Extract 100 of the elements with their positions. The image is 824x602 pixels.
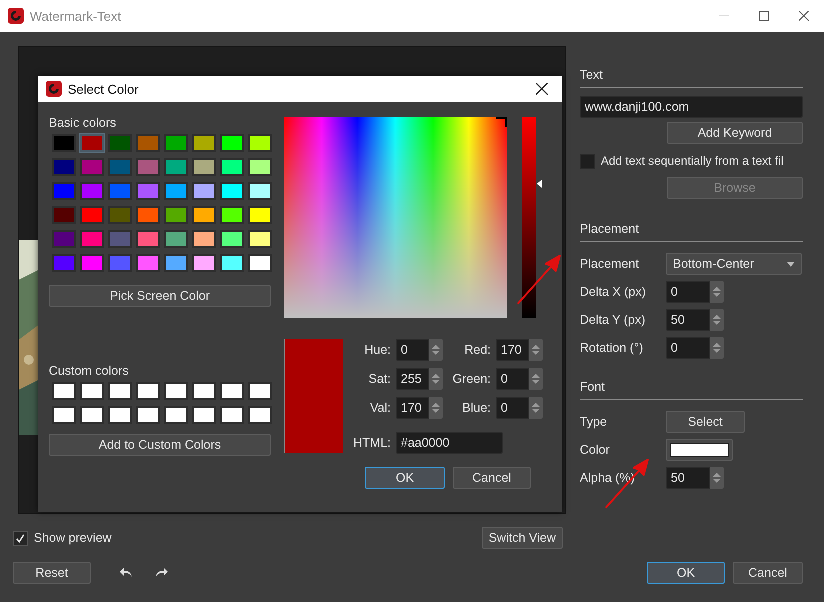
color-swatch[interactable] <box>136 206 160 224</box>
spin-field[interactable]: 0 <box>666 337 710 359</box>
color-swatch[interactable] <box>80 206 104 224</box>
color-swatch[interactable] <box>136 158 160 176</box>
spin-field[interactable]: 0 <box>496 397 529 419</box>
color-swatch[interactable] <box>52 134 76 152</box>
color-swatch[interactable] <box>248 134 272 152</box>
color-swatch[interactable] <box>192 182 216 200</box>
color-swatch[interactable] <box>164 182 188 200</box>
spin-field[interactable]: 255 <box>396 368 429 390</box>
color-swatch[interactable] <box>108 230 132 248</box>
color-swatch[interactable] <box>248 254 272 272</box>
close-icon[interactable] <box>536 83 548 95</box>
spin-buttons[interactable] <box>529 397 543 419</box>
color-swatch[interactable] <box>136 182 160 200</box>
color-swatch[interactable] <box>248 206 272 224</box>
color-swatch[interactable] <box>248 158 272 176</box>
add-to-custom-colors-button[interactable]: Add to Custom Colors <box>49 434 271 456</box>
spin-buttons[interactable] <box>710 467 724 489</box>
spin-field[interactable]: 50 <box>666 467 710 489</box>
spin-buttons[interactable] <box>429 339 443 361</box>
color-swatch[interactable] <box>220 254 244 272</box>
color-swatch[interactable] <box>220 382 244 400</box>
color-swatch[interactable] <box>164 382 188 400</box>
color-swatch[interactable] <box>52 206 76 224</box>
color-swatch[interactable] <box>80 382 104 400</box>
color-swatch[interactable] <box>192 230 216 248</box>
spin-field[interactable]: 0 <box>496 368 529 390</box>
color-swatch[interactable] <box>164 206 188 224</box>
show-preview-checkbox[interactable] <box>13 530 28 546</box>
color-swatch[interactable] <box>52 382 76 400</box>
color-swatch[interactable] <box>136 230 160 248</box>
color-button[interactable] <box>666 439 733 461</box>
color-swatch[interactable] <box>136 406 160 424</box>
spin-field[interactable]: 170 <box>496 339 529 361</box>
spin-buttons[interactable] <box>529 339 543 361</box>
reset-button[interactable]: Reset <box>13 562 91 584</box>
color-swatch[interactable] <box>80 406 104 424</box>
color-swatch[interactable] <box>80 230 104 248</box>
spin-buttons[interactable] <box>429 368 443 390</box>
spin-buttons[interactable] <box>710 281 724 303</box>
add-keyword-button[interactable]: Add Keyword <box>667 122 803 144</box>
placement-dropdown[interactable]: Bottom-Center <box>666 253 802 275</box>
color-swatch[interactable] <box>108 182 132 200</box>
color-swatch[interactable] <box>108 158 132 176</box>
switch-view-button[interactable]: Switch View <box>482 527 563 549</box>
color-swatch[interactable] <box>108 406 132 424</box>
color-spectrum[interactable] <box>284 117 507 318</box>
color-swatch[interactable] <box>248 406 272 424</box>
spin-buttons[interactable] <box>710 309 724 331</box>
color-swatch[interactable] <box>192 254 216 272</box>
ok-button[interactable]: OK <box>647 562 725 584</box>
spin-buttons[interactable] <box>710 337 724 359</box>
color-swatch[interactable] <box>80 134 104 152</box>
color-swatch[interactable] <box>52 406 76 424</box>
color-swatch[interactable] <box>192 406 216 424</box>
spin-buttons[interactable] <box>529 368 543 390</box>
color-swatch[interactable] <box>248 382 272 400</box>
select-font-button[interactable]: Select <box>666 411 745 433</box>
maximize-icon[interactable] <box>759 11 769 21</box>
color-swatch[interactable] <box>80 182 104 200</box>
color-swatch[interactable] <box>220 230 244 248</box>
color-swatch[interactable] <box>220 158 244 176</box>
color-swatch[interactable] <box>108 382 132 400</box>
color-swatch[interactable] <box>164 230 188 248</box>
cancel-button[interactable]: Cancel <box>453 467 531 489</box>
text-field[interactable]: www.danji100.com <box>580 96 803 118</box>
color-swatch[interactable] <box>52 182 76 200</box>
spin-field[interactable]: 50 <box>666 309 710 331</box>
color-swatch[interactable] <box>52 230 76 248</box>
color-swatch[interactable] <box>192 382 216 400</box>
slider-thumb[interactable] <box>537 180 542 188</box>
color-swatch[interactable] <box>192 134 216 152</box>
color-swatch[interactable] <box>136 254 160 272</box>
color-swatch[interactable] <box>192 158 216 176</box>
color-swatch[interactable] <box>164 158 188 176</box>
spin-field[interactable]: 170 <box>396 397 429 419</box>
color-swatch[interactable] <box>80 158 104 176</box>
color-swatch[interactable] <box>108 134 132 152</box>
color-swatch[interactable] <box>164 134 188 152</box>
color-swatch[interactable] <box>136 134 160 152</box>
html-field[interactable]: #aa0000 <box>396 432 503 454</box>
color-swatch[interactable] <box>220 134 244 152</box>
color-swatch[interactable] <box>248 230 272 248</box>
color-swatch[interactable] <box>108 206 132 224</box>
color-swatch[interactable] <box>164 254 188 272</box>
spin-buttons[interactable] <box>429 397 443 419</box>
color-swatch[interactable] <box>108 254 132 272</box>
spin-field[interactable]: 0 <box>396 339 429 361</box>
color-swatch[interactable] <box>52 158 76 176</box>
cancel-button[interactable]: Cancel <box>733 562 803 584</box>
color-swatch[interactable] <box>220 206 244 224</box>
color-swatch[interactable] <box>192 206 216 224</box>
color-swatch[interactable] <box>136 382 160 400</box>
ok-button[interactable]: OK <box>365 467 445 489</box>
color-swatch[interactable] <box>80 254 104 272</box>
color-swatch[interactable] <box>220 182 244 200</box>
color-swatch[interactable] <box>248 182 272 200</box>
sequential-checkbox[interactable] <box>580 154 595 168</box>
close-icon[interactable] <box>799 11 809 21</box>
